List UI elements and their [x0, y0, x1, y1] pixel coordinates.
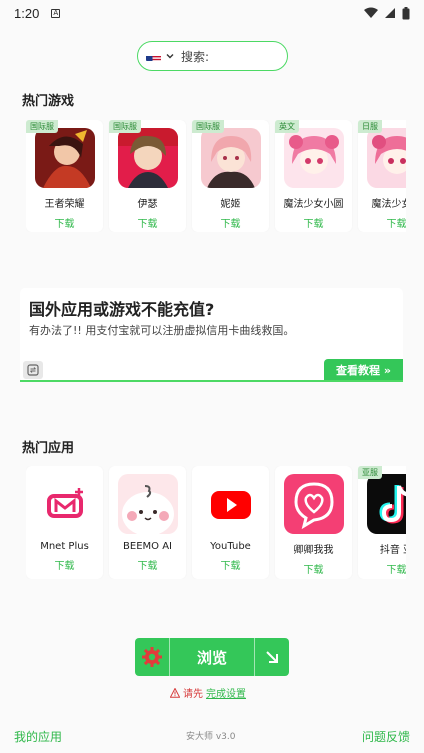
download-link[interactable]: 下载 [55, 215, 75, 230]
promo-text: 有办法了!! 用支付宝就可以注册虚拟信用卡曲线救国。 [29, 324, 295, 337]
tiktok-icon[interactable] [366, 474, 406, 534]
status-bar: 1:20 A [0, 0, 424, 26]
game-icon[interactable] [283, 128, 344, 188]
battery-icon [402, 6, 410, 19]
complete-setup-link[interactable]: 完成设置 [206, 685, 246, 700]
download-link[interactable]: 下载 [221, 557, 241, 572]
feedback-link[interactable]: 问题反馈 [362, 728, 410, 745]
download-link[interactable]: 下载 [138, 557, 158, 572]
region-tag: 国际服 [192, 120, 224, 133]
download-link[interactable]: 下载 [304, 215, 324, 230]
game-icon[interactable] [366, 128, 406, 188]
status-time: 1:20 [14, 5, 40, 21]
region-tag: 日服 [358, 120, 382, 133]
search-bar[interactable]: 搜索: [137, 41, 288, 71]
hot-games-title: 热门游戏 [22, 94, 75, 109]
game-name: 王者荣耀 [44, 199, 85, 210]
promo-card[interactable]: 国外应用或游戏不能充值? 有办法了!! 用支付宝就可以注册虚拟信用卡曲线救国。 … [20, 288, 403, 382]
app-name: 抖音 亚 [379, 545, 406, 556]
app-name: 卿卿我我 [293, 545, 334, 556]
setup-warning: 请先 完成设置 [170, 685, 246, 700]
hot-games-list: 国际服 王者荣耀 下载 国际服 伊瑟 下载 国际服 妮姬 下载 英文 魔法少女小… [26, 120, 406, 232]
gear-icon[interactable] [135, 638, 169, 676]
wifi-icon [364, 7, 378, 18]
game-card[interactable]: 国际服 王者荣耀 下载 [26, 120, 103, 232]
app-name: YouTube [210, 541, 251, 552]
youtube-icon[interactable] [200, 474, 261, 534]
promo-title: 国外应用或游戏不能充值? [29, 300, 215, 319]
download-link[interactable]: 下载 [221, 215, 241, 230]
status-icons [364, 6, 410, 20]
app-name: Mnet Plus [40, 541, 89, 552]
search-input[interactable]: 搜索: [181, 48, 209, 65]
download-link[interactable]: 下载 [138, 215, 158, 230]
divider [20, 380, 403, 382]
game-card[interactable]: 日服 魔法少女小 下载 [358, 120, 406, 232]
download-link[interactable]: 下载 [387, 215, 407, 230]
game-icon[interactable] [200, 128, 261, 188]
warning-icon [170, 687, 180, 698]
region-tag: 国际服 [26, 120, 58, 133]
my-apps-link[interactable]: 我的应用 [14, 728, 62, 745]
region-tag: 国际服 [109, 120, 141, 133]
game-name: 魔法少女小圆 [283, 199, 344, 210]
game-name: 伊瑟 [137, 199, 158, 210]
arrow-down-right-icon[interactable] [255, 638, 289, 676]
game-card[interactable]: 英文 魔法少女小圆 下载 [275, 120, 352, 232]
download-link[interactable]: 下载 [387, 561, 407, 576]
mnet-plus-icon[interactable] [34, 474, 95, 534]
app-card[interactable]: YouTube 下载 [192, 466, 269, 579]
version-label: 安大师 v3.0 [186, 732, 236, 742]
game-name: 妮姬 [220, 199, 241, 210]
game-card[interactable]: 国际服 妮姬 下载 [192, 120, 269, 232]
browse-button-group: 浏览 [135, 638, 289, 676]
hot-apps-list: Mnet Plus 下载 BEEMO AI 下载 YouTube 下载 卿卿我我… [26, 466, 406, 579]
beemo-ai-icon[interactable] [117, 474, 178, 534]
hot-apps-title: 热门应用 [22, 441, 75, 456]
browse-button[interactable]: 浏览 [170, 638, 254, 676]
heart-chat-icon[interactable] [283, 474, 344, 534]
app-card[interactable]: 亚服 抖音 亚 下载 [358, 466, 406, 579]
region-tag: 亚服 [358, 466, 382, 479]
warning-text: 请先 [183, 689, 203, 700]
signal-icon [385, 8, 395, 18]
game-card[interactable]: 国际服 伊瑟 下载 [109, 120, 186, 232]
app-card[interactable]: BEEMO AI 下载 [109, 466, 186, 579]
flag-us-icon[interactable] [146, 51, 161, 61]
refresh-icon[interactable] [23, 361, 43, 379]
game-name: 魔法少女小 [371, 199, 407, 210]
notification-icon: A [51, 8, 61, 18]
game-icon[interactable] [34, 128, 95, 188]
chevron-down-icon[interactable] [165, 51, 175, 61]
app-card[interactable]: Mnet Plus 下载 [26, 466, 103, 579]
game-icon[interactable] [117, 128, 178, 188]
app-card[interactable]: 卿卿我我 下载 [275, 466, 352, 579]
view-tutorial-button[interactable]: 查看教程 » [324, 359, 403, 380]
download-link[interactable]: 下载 [304, 561, 324, 576]
app-name: BEEMO AI [123, 541, 172, 552]
region-tag: 英文 [275, 120, 299, 133]
download-link[interactable]: 下载 [55, 557, 75, 572]
